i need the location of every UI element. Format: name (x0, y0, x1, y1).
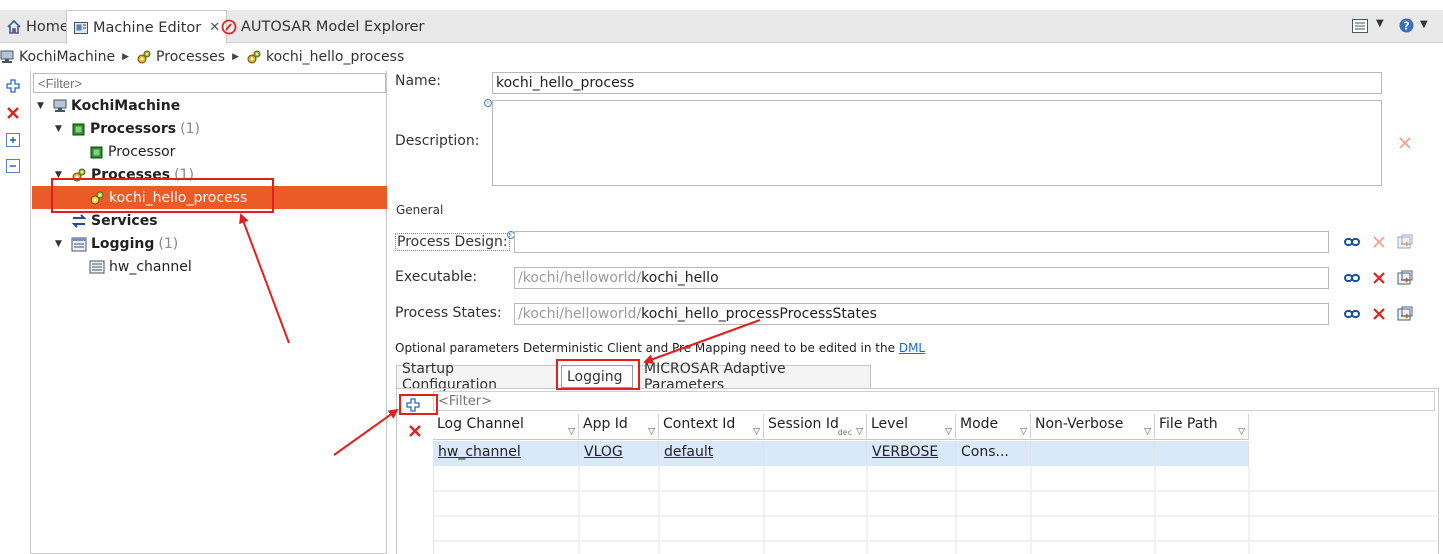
annotation-arrows (239, 213, 761, 456)
